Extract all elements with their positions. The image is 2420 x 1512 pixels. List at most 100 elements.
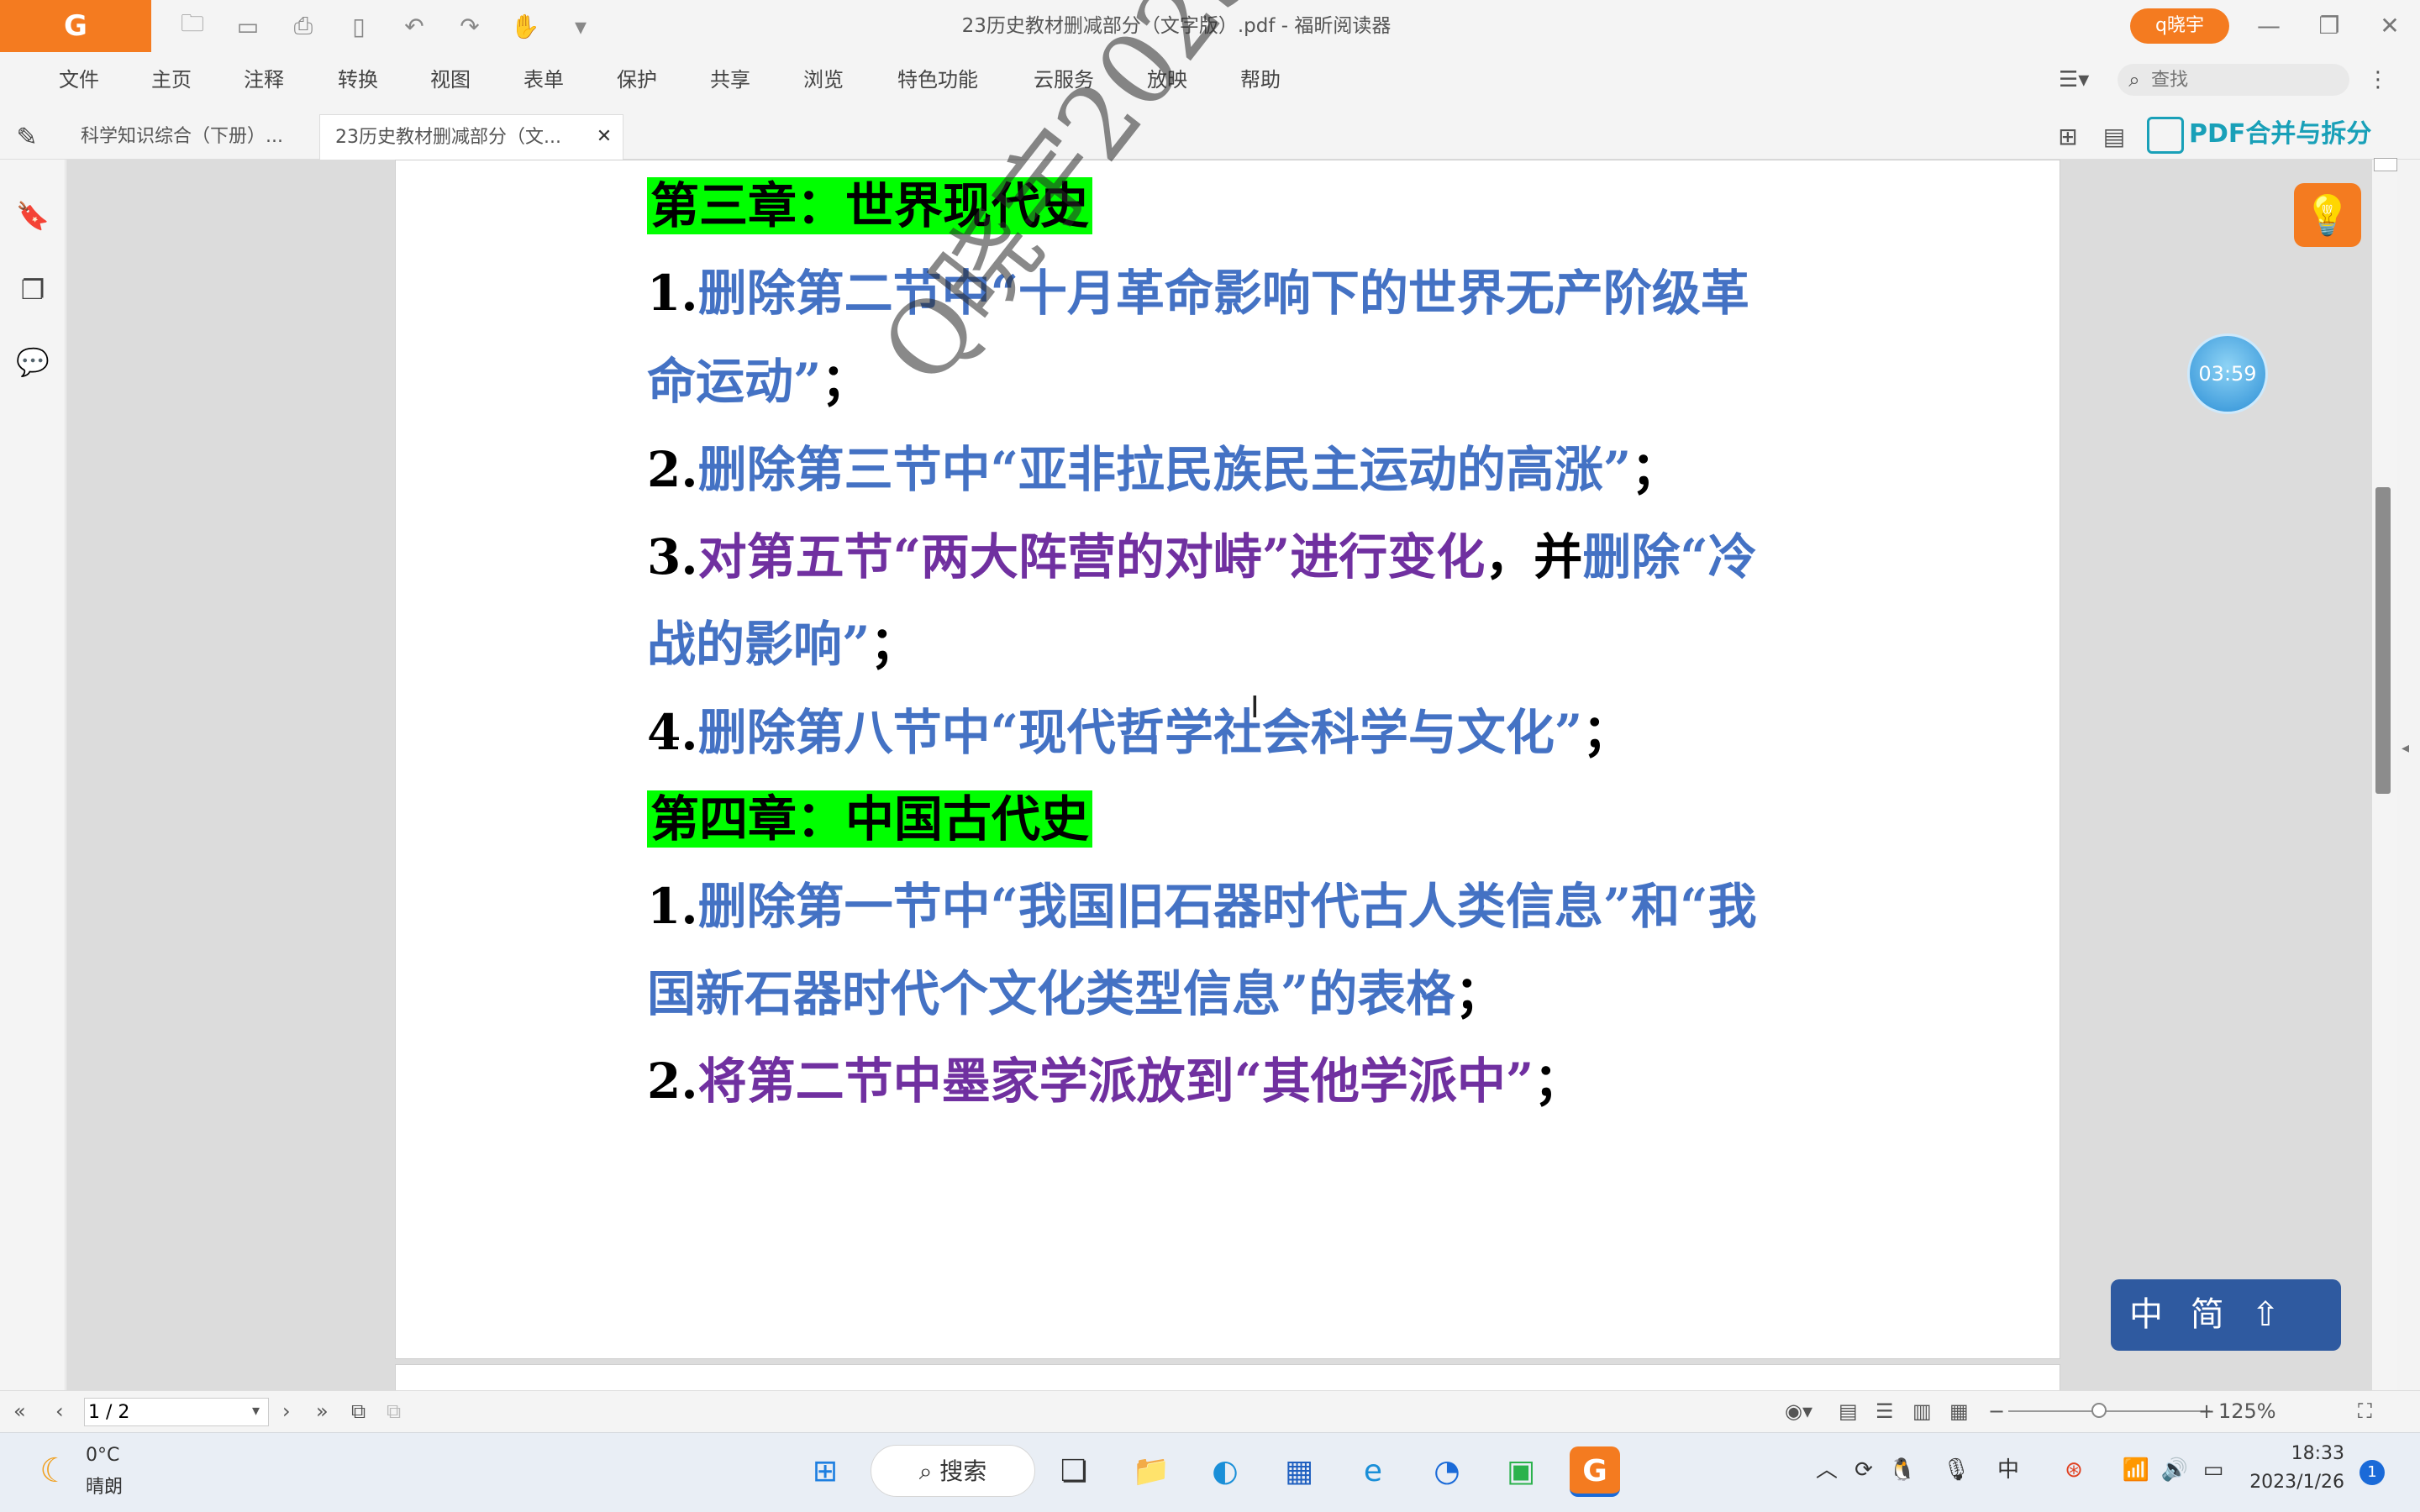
notification-badge[interactable]: 1 [2360, 1460, 2385, 1485]
doc-line: 国新石器时代个文化类型信息”的表格； [647, 965, 1504, 1022]
green-app-icon[interactable]: ▣ [1496, 1446, 1546, 1497]
view-mode-icon[interactable]: ☰▾ [2059, 64, 2101, 96]
last-page-icon[interactable]: » [316, 1390, 329, 1432]
taskbar-search-label: 搜索 [939, 1457, 987, 1485]
redo-icon[interactable]: ↷ [455, 12, 484, 40]
menu-convert[interactable]: 转换 [338, 52, 378, 108]
first-page-icon[interactable]: « [13, 1390, 26, 1432]
wifi-icon[interactable]: 📶 [2121, 1445, 2151, 1495]
zoom-in-icon[interactable]: + [2198, 1390, 2215, 1432]
open-file-icon[interactable]: 🗀 [178, 9, 207, 40]
file-explorer-icon[interactable]: 📁 [1126, 1446, 1176, 1497]
scrollbar-thumb[interactable] [2375, 487, 2391, 794]
minimize-button[interactable]: — [2239, 0, 2298, 52]
save-icon[interactable]: ▭ [234, 12, 262, 40]
ie-browser-icon[interactable]: e [1348, 1446, 1398, 1497]
zoom-out-icon[interactable]: − [1988, 1390, 2005, 1432]
search-input[interactable] [2151, 64, 2336, 96]
ime-widget[interactable]: 中 简 ⇧ [2111, 1279, 2341, 1351]
menu-protect[interactable]: 保护 [617, 52, 657, 108]
fullscreen-icon[interactable]: ⛶ [2358, 1390, 2372, 1432]
tab-history[interactable]: 23历史教材删减部分（文... [319, 114, 623, 160]
doc-line: 1.删除第一节中“我国旧石器时代古人类信息”和“我 [647, 878, 1757, 935]
task-view-icon[interactable]: ❏ [1049, 1446, 1099, 1497]
menu-home[interactable]: 主页 [151, 52, 192, 108]
input-method-icon[interactable]: 中 [1993, 1445, 2023, 1495]
page-layout-icon[interactable]: ▤ [2099, 122, 2129, 152]
doc-line: 2.将第二节中墨家学派放到“其他学派中”； [647, 1053, 1583, 1110]
close-window-button[interactable]: ✕ [2360, 0, 2419, 52]
foxit-reader-icon[interactable]: G [1570, 1446, 1620, 1497]
zoom-slider[interactable] [2008, 1410, 2210, 1412]
timer-widget[interactable]: 03:59 [2187, 333, 2268, 414]
doc-line: 3.对第五节“两大阵营的对峙”进行变化，并删除“冷 [647, 528, 1757, 585]
collapse-right-icon[interactable]: ◂ [2402, 739, 2415, 759]
app-logo[interactable]: G [0, 0, 151, 52]
prev-page-icon[interactable]: ‹ [55, 1390, 64, 1432]
pdf-merge-split-button[interactable]: PDF合并与拆分 [2147, 111, 2407, 158]
doc-line: 2.删除第三节中“亚非拉民族民主运动的高涨”； [647, 441, 1681, 498]
pdf-merge-label: PDF合并与拆分 [2189, 119, 2372, 149]
weather-desc: 晴朗 [86, 1477, 124, 1498]
chapter-heading-4: 第四章：中国古代史 [647, 786, 1093, 852]
merge-icon [2147, 116, 2184, 154]
continuous-page-icon[interactable]: ☰ [1876, 1390, 1894, 1432]
next-page-icon[interactable]: › [282, 1390, 291, 1432]
grid-view-icon[interactable]: ⊞ [2053, 122, 2083, 152]
comments-icon[interactable]: 💬 [15, 344, 50, 380]
edit-pen-icon[interactable]: ✎ [10, 121, 44, 155]
show-hidden-icons[interactable]: ︿ [1812, 1445, 1842, 1495]
lenovo-icon[interactable]: ◔ [1422, 1446, 1472, 1497]
sync-icon[interactable]: ⟳ [1849, 1445, 1879, 1495]
menu-features[interactable]: 特色功能 [897, 52, 978, 108]
tab-close-icon[interactable]: ✕ [592, 124, 617, 150]
clock-date[interactable]: 2023/1/26 [2244, 1472, 2344, 1493]
menu-view[interactable]: 视图 [430, 52, 471, 108]
menu-file[interactable]: 文件 [59, 52, 99, 108]
menu-browse[interactable]: 浏览 [803, 52, 844, 108]
weather-temp: 0°C [86, 1445, 120, 1466]
menu-form[interactable]: 表单 [523, 52, 564, 108]
more-options-icon[interactable]: ⋮ [2365, 64, 2391, 96]
lightbulb-icon[interactable]: 💡 [2294, 183, 2361, 247]
search-icon: ⌕ [2128, 68, 2140, 92]
single-page-icon[interactable]: ▤ [1839, 1390, 1858, 1432]
facing-page-icon[interactable]: ▥ [1912, 1390, 1932, 1432]
menu-comment[interactable]: 注释 [244, 52, 284, 108]
pages-icon[interactable]: ❐ [15, 272, 50, 307]
bookmark-icon[interactable]: 🔖 [15, 198, 50, 234]
zoom-slider-handle[interactable] [2091, 1403, 2107, 1418]
insert-page-icon[interactable]: ⧉ [387, 1390, 401, 1432]
new-document-icon[interactable]: ▯ [345, 12, 373, 40]
extract-page-icon[interactable]: ⧉ [351, 1390, 366, 1432]
tab-science[interactable]: 科学知识综合（下册）... [66, 114, 318, 160]
zoom-level[interactable]: 125% [2218, 1390, 2276, 1432]
doc-line: 4.删除第八节中“现代哲学社会科学与文化”； [647, 704, 1632, 761]
tray-app-icon[interactable]: ⊛ [2059, 1445, 2089, 1495]
page-dropdown-icon[interactable]: ▾ [252, 1390, 260, 1432]
qq-icon[interactable]: 🐧 [1887, 1445, 1918, 1495]
user-account-button[interactable]: q晓宇 [2130, 8, 2229, 44]
customize-toolbar-icon[interactable]: ▾ [566, 12, 595, 40]
volume-icon[interactable]: 🔊 [2160, 1445, 2190, 1495]
menu-share[interactable]: 共享 [710, 52, 750, 108]
read-mode-icon[interactable]: ◉▾ [1785, 1390, 1812, 1432]
microphone-icon[interactable]: 🎙 [1941, 1445, 1971, 1495]
hand-tool-icon[interactable]: ✋ [511, 12, 540, 40]
print-icon[interactable]: ⎙ [289, 12, 318, 40]
page-number-input[interactable] [84, 1398, 269, 1426]
taskbar-search[interactable]: ⌕ 搜索 [871, 1445, 1035, 1497]
store-icon[interactable]: ▦ [1274, 1446, 1324, 1497]
menu-help[interactable]: 帮助 [1240, 52, 1281, 108]
tab-history-label: 23历史教材删减部分（文... [335, 127, 561, 148]
start-icon[interactable]: ⊞ [800, 1446, 850, 1497]
weather-icon[interactable]: ☾ [32, 1448, 77, 1494]
doc-line: 1.删除第二节中“十月革命影响下的世界无产阶级革 [647, 265, 1749, 322]
edge-browser-icon[interactable]: ◐ [1200, 1446, 1250, 1497]
clock-time[interactable]: 18:33 [2244, 1443, 2344, 1464]
restore-button[interactable]: ❐ [2300, 0, 2359, 52]
battery-icon[interactable]: ▭ [2198, 1445, 2228, 1495]
undo-icon[interactable]: ↶ [400, 12, 429, 40]
continuous-facing-icon[interactable]: ▦ [1949, 1390, 1969, 1432]
scroll-top-box[interactable] [2374, 158, 2397, 171]
